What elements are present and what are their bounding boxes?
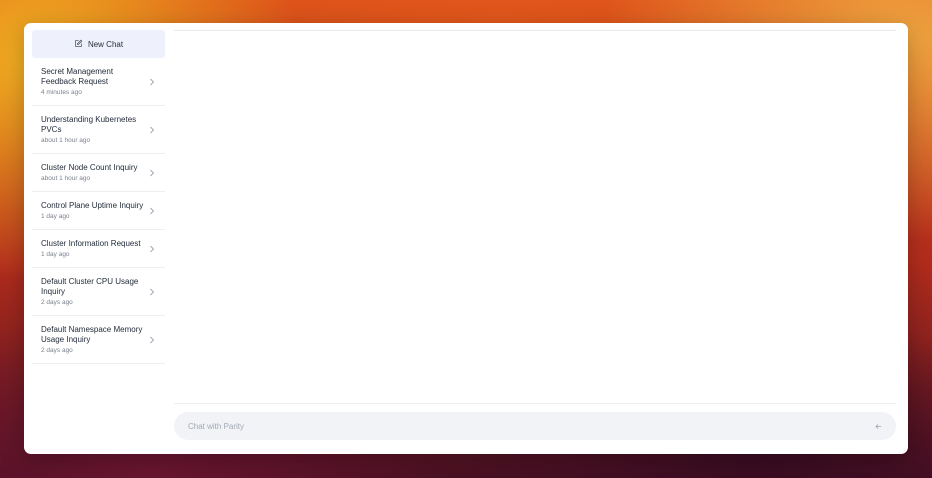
chat-timestamp: 1 day ago [41, 213, 70, 220]
chat-title: Control Plane Uptime Inquiry [41, 201, 144, 210]
sidebar: New Chat Secret Management Feedback Requ… [32, 30, 165, 450]
chat-timestamp: 2 days ago [41, 347, 73, 354]
chat-title: Secret Management Feedback Request [41, 67, 114, 86]
chevron-right-icon [150, 207, 155, 214]
app-window: New Chat Secret Management Feedback Requ… [24, 23, 908, 454]
chat-main [174, 23, 896, 454]
chevron-right-icon [150, 169, 155, 176]
chat-input[interactable] [174, 420, 866, 432]
chevron-right-icon [150, 336, 155, 343]
chat-timestamp: about 1 hour ago [41, 137, 91, 144]
conversation-area[interactable] [174, 31, 896, 403]
new-chat-button[interactable]: New Chat [32, 30, 165, 58]
chat-title: Default Cluster CPU Usage Inquiry [41, 277, 139, 296]
chat-timestamp: 2 days ago [41, 299, 73, 306]
new-chat-label: New Chat [87, 39, 124, 49]
chat-history-item[interactable]: Default Cluster CPU Usage Inquiry 2 days… [32, 268, 165, 316]
pencil-square-icon [74, 39, 83, 50]
chat-composer [174, 412, 896, 440]
arrow-left-icon [874, 423, 881, 429]
chat-history-item[interactable]: Control Plane Uptime Inquiry 1 day ago [32, 192, 165, 230]
divider [174, 403, 896, 404]
chat-history-item[interactable]: Default Namespace Memory Usage Inquiry 2… [32, 316, 165, 364]
chat-title: Cluster Information Request [41, 239, 141, 248]
chat-timestamp: 4 minutes ago [41, 89, 82, 96]
chat-title: Understanding Kubernetes PVCs [41, 115, 137, 134]
send-button[interactable] [866, 414, 890, 438]
chat-timestamp: 1 day ago [41, 251, 70, 258]
chat-history-item[interactable]: Cluster Node Count Inquiry about 1 hour … [32, 154, 165, 192]
chevron-right-icon [150, 126, 155, 133]
chat-title: Cluster Node Count Inquiry [41, 163, 138, 172]
chevron-right-icon [150, 78, 155, 85]
chevron-right-icon [150, 245, 155, 252]
chat-title: Default Namespace Memory Usage Inquiry [41, 325, 143, 344]
chat-history-list: Secret Management Feedback Request 4 min… [32, 58, 165, 364]
chat-timestamp: about 1 hour ago [41, 175, 91, 182]
chat-history-item[interactable]: Understanding Kubernetes PVCs about 1 ho… [32, 106, 165, 154]
chat-history-item[interactable]: Secret Management Feedback Request 4 min… [32, 58, 165, 106]
chevron-right-icon [150, 288, 155, 295]
chat-history-item[interactable]: Cluster Information Request 1 day ago [32, 230, 165, 268]
